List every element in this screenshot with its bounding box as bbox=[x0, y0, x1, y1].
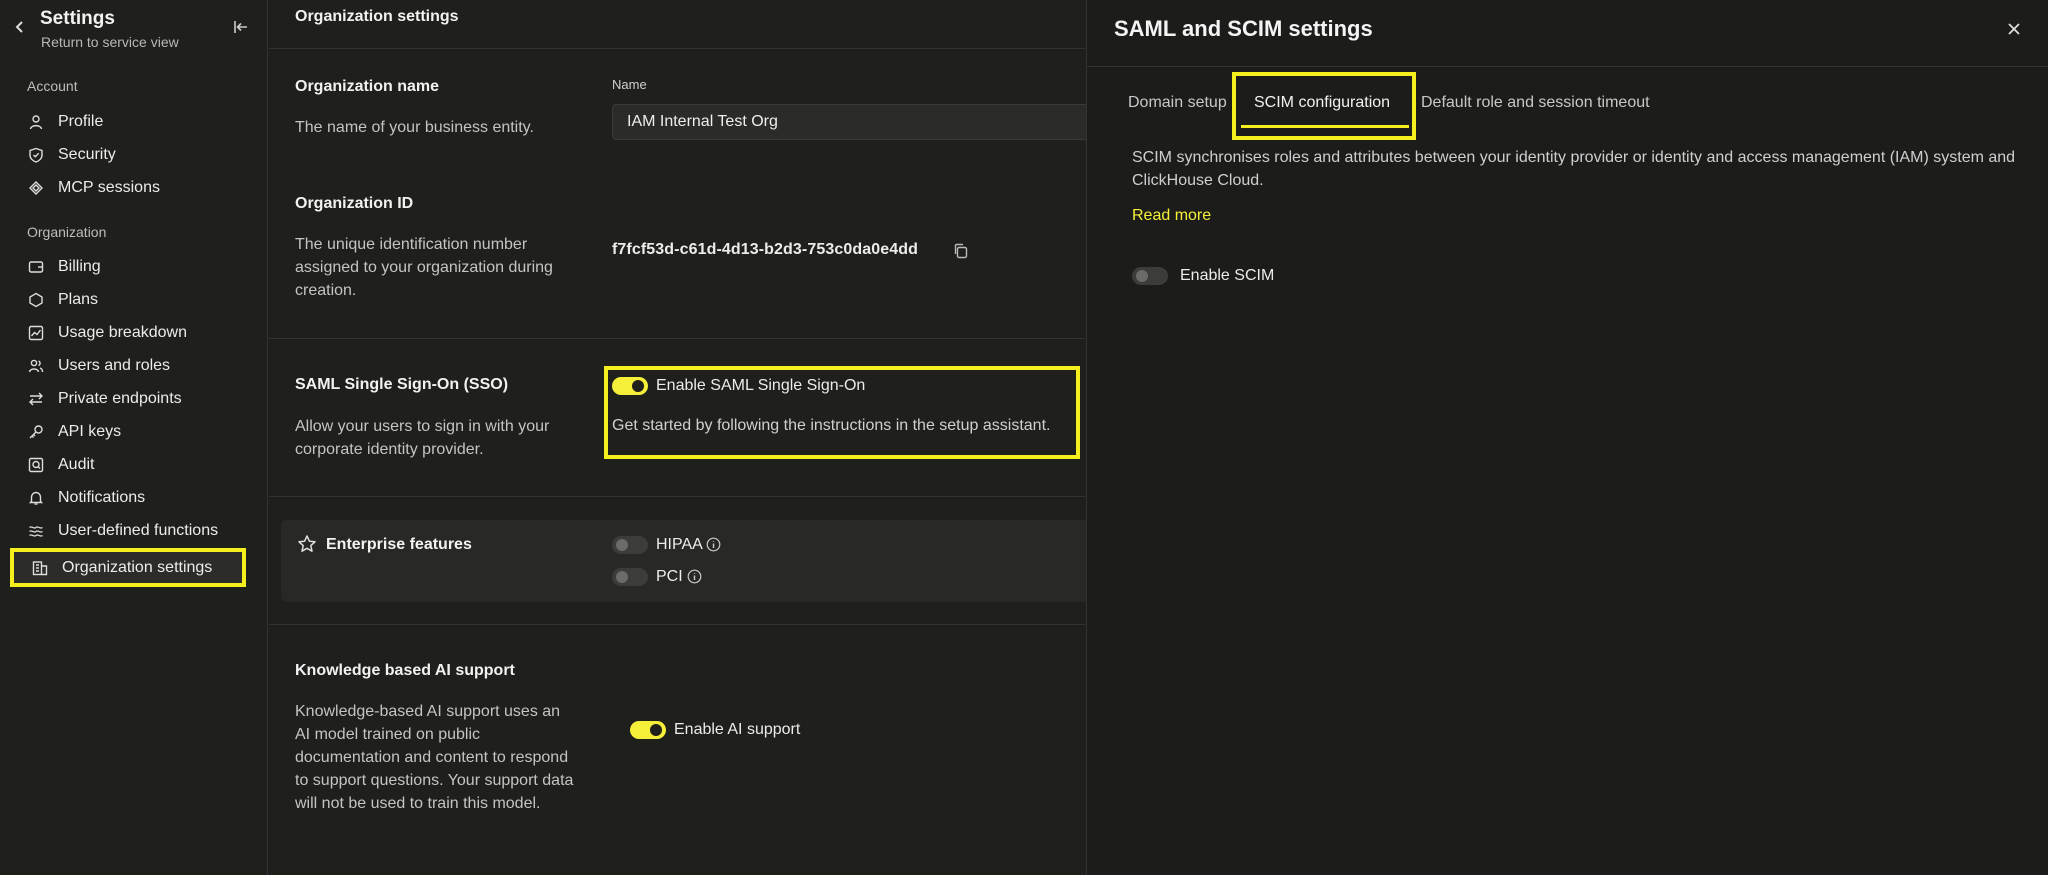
tab-default-role-session-timeout[interactable]: Default role and session timeout bbox=[1421, 94, 1650, 112]
sidebar-item-label: Notifications bbox=[58, 489, 146, 506]
toggle-knob bbox=[616, 571, 628, 583]
sidebar-item-label: Private endpoints bbox=[58, 390, 182, 407]
toggle-knob bbox=[632, 380, 644, 392]
main-content: Organization settings Organization name … bbox=[269, 0, 1112, 875]
sso-title: SAML Single Sign-On (SSO) bbox=[295, 376, 509, 393]
panel-title: SAML and SCIM settings bbox=[1114, 16, 1373, 41]
ai-support-title: Knowledge based AI support bbox=[295, 662, 515, 679]
sidebar-header[interactable]: Settings Return to service view bbox=[14, 8, 254, 52]
return-to-service-link[interactable]: Return to service view bbox=[41, 34, 179, 50]
scim-toggle-label: Enable SCIM bbox=[1180, 267, 1275, 284]
divider bbox=[269, 48, 1085, 49]
section-label-account: Account bbox=[27, 78, 78, 94]
sidebar-title: Settings bbox=[40, 8, 115, 29]
org-id-title: Organization ID bbox=[295, 195, 414, 212]
sidebar-item-plans[interactable]: Plans bbox=[28, 285, 248, 315]
sidebar-item-billing[interactable]: Billing bbox=[28, 252, 248, 282]
active-tab-indicator bbox=[1241, 125, 1409, 128]
page-title: Organization settings bbox=[295, 8, 459, 25]
scim-toggle[interactable] bbox=[1132, 267, 1168, 285]
sidebar-item-api-keys[interactable]: API keys bbox=[28, 417, 248, 447]
sidebar-item-label: Profile bbox=[58, 113, 104, 130]
bell-icon bbox=[28, 490, 44, 506]
hipaa-toggle[interactable] bbox=[612, 536, 648, 554]
building-icon bbox=[32, 560, 48, 576]
sidebar-item-label: Audit bbox=[58, 456, 95, 473]
ai-support-toggle-label: Enable AI support bbox=[674, 721, 801, 738]
org-name-input[interactable] bbox=[612, 104, 1112, 140]
read-more-link[interactable]: Read more bbox=[1132, 207, 1211, 225]
divider bbox=[1087, 66, 2048, 67]
close-icon[interactable] bbox=[2005, 20, 2023, 38]
sidebar-item-audit[interactable]: Audit bbox=[28, 450, 248, 480]
sidebar-item-usage-breakdown[interactable]: Usage breakdown bbox=[28, 318, 248, 348]
divider bbox=[269, 496, 1085, 497]
users-icon bbox=[28, 358, 44, 374]
org-name-title: Organization name bbox=[295, 78, 440, 95]
divider bbox=[269, 624, 1085, 625]
arrows-icon bbox=[28, 391, 44, 407]
wallet-icon bbox=[28, 259, 44, 275]
sidebar: Settings Return to service view Account … bbox=[0, 0, 268, 875]
sidebar-item-security[interactable]: Security bbox=[28, 140, 248, 170]
toggle-knob bbox=[1136, 270, 1148, 282]
pci-toggle[interactable] bbox=[612, 568, 648, 586]
sidebar-item-label: Security bbox=[58, 146, 116, 163]
sidebar-item-label: User-defined functions bbox=[58, 522, 219, 539]
sidebar-item-label: API keys bbox=[58, 423, 122, 440]
tab-domain-setup[interactable]: Domain setup bbox=[1128, 94, 1227, 112]
sso-toggle-label: Enable SAML Single Sign-On bbox=[656, 377, 866, 394]
sidebar-item-mcp-sessions[interactable]: MCP sessions bbox=[28, 173, 248, 203]
sidebar-item-label: Billing bbox=[58, 258, 101, 275]
waves-icon bbox=[28, 523, 44, 539]
org-id-description: The unique identification number assigne… bbox=[295, 236, 553, 299]
collapse-sidebar-icon[interactable] bbox=[232, 18, 250, 36]
ai-support-toggle[interactable] bbox=[630, 721, 666, 739]
divider bbox=[269, 338, 1085, 339]
name-field-label: Name bbox=[612, 77, 647, 92]
sso-toggle[interactable] bbox=[612, 377, 648, 395]
copy-icon[interactable] bbox=[952, 242, 970, 260]
org-id-value: f7fcf53d-c61d-4d13-b2d3-753c0da0e4dd bbox=[612, 241, 918, 258]
toggle-knob bbox=[616, 539, 628, 551]
ai-support-description: Knowledge-based AI support uses an AI mo… bbox=[295, 703, 574, 812]
tab-scim-configuration[interactable]: SCIM configuration bbox=[1254, 94, 1390, 112]
enterprise-features-title: Enterprise features bbox=[326, 536, 472, 553]
audit-icon bbox=[28, 457, 44, 473]
pci-label: PCI bbox=[656, 568, 683, 585]
sidebar-item-notifications[interactable]: Notifications bbox=[28, 483, 248, 513]
mcp-icon bbox=[28, 180, 44, 196]
toggle-knob bbox=[650, 724, 662, 736]
info-icon[interactable] bbox=[687, 569, 702, 584]
enterprise-features-card bbox=[281, 520, 1097, 602]
saml-scim-panel: SAML and SCIM settings Domain setup SCIM… bbox=[1086, 0, 2048, 875]
section-label-organization: Organization bbox=[27, 224, 107, 240]
sidebar-item-label: Usage breakdown bbox=[58, 324, 187, 341]
key-icon bbox=[28, 424, 44, 440]
chevron-left-icon[interactable] bbox=[14, 18, 28, 36]
info-icon[interactable] bbox=[706, 537, 721, 552]
chart-icon bbox=[28, 325, 44, 341]
sidebar-item-user-defined-functions[interactable]: User-defined functions bbox=[28, 516, 248, 546]
sidebar-item-users-and-roles[interactable]: Users and roles bbox=[28, 351, 248, 381]
sso-setup-text: Get started by following the instruction… bbox=[612, 417, 1051, 434]
sidebar-item-private-endpoints[interactable]: Private endpoints bbox=[28, 384, 248, 414]
sidebar-item-label: Plans bbox=[58, 291, 99, 308]
sidebar-item-label: Users and roles bbox=[58, 357, 171, 374]
sidebar-item-organization-settings[interactable]: Organization settings bbox=[10, 548, 246, 587]
user-icon bbox=[28, 114, 44, 130]
sidebar-item-profile[interactable]: Profile bbox=[28, 107, 248, 137]
sidebar-item-label: MCP sessions bbox=[58, 179, 160, 196]
hipaa-label: HIPAA bbox=[656, 536, 703, 553]
star-icon bbox=[297, 534, 317, 554]
shield-icon bbox=[28, 147, 44, 163]
sso-description: Allow your users to sign in with your co… bbox=[295, 418, 550, 458]
scim-description: SCIM synchronises roles and attributes b… bbox=[1132, 149, 2016, 189]
sidebar-item-label: Organization settings bbox=[62, 558, 213, 576]
org-name-description: The name of your business entity. bbox=[295, 119, 534, 136]
hexagon-icon bbox=[28, 292, 44, 308]
